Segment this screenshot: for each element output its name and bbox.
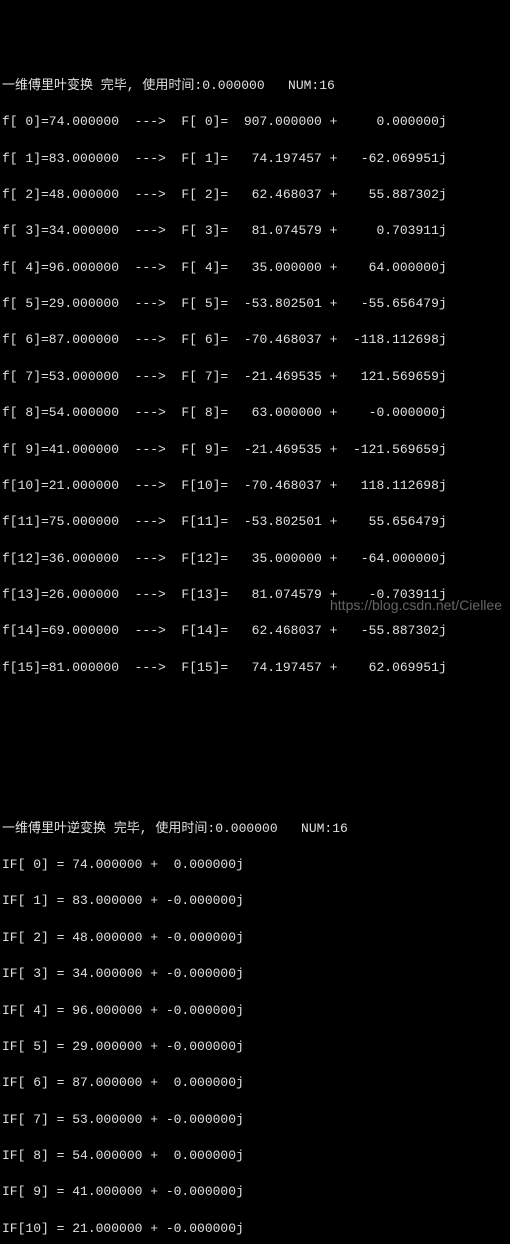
ifft-row: IF[ 0] = 74.000000 + 0.000000j <box>2 856 510 874</box>
fft-row: f[ 5]=29.000000 ---> F[ 5]= -53.802501 +… <box>2 295 510 313</box>
fft-row: f[ 7]=53.000000 ---> F[ 7]= -21.469535 +… <box>2 368 510 386</box>
fft-row: f[15]=81.000000 ---> F[15]= 74.197457 + … <box>2 659 510 677</box>
fft-row: f[ 3]=34.000000 ---> F[ 3]= 81.074579 + … <box>2 222 510 240</box>
ifft-row: IF[ 2] = 48.000000 + -0.000000j <box>2 929 510 947</box>
fft-row: f[ 1]=83.000000 ---> F[ 1]= 74.197457 + … <box>2 150 510 168</box>
watermark-text: https://blog.csdn.net/Ciellee <box>330 596 502 616</box>
ifft-row: IF[ 4] = 96.000000 + -0.000000j <box>2 1002 510 1020</box>
fft-row: f[12]=36.000000 ---> F[12]= 35.000000 + … <box>2 550 510 568</box>
fft-row: f[ 9]=41.000000 ---> F[ 9]= -21.469535 +… <box>2 441 510 459</box>
ifft-row: IF[ 8] = 54.000000 + 0.000000j <box>2 1147 510 1165</box>
section-gap <box>2 713 510 783</box>
fft-row: f[ 0]=74.000000 ---> F[ 0]= 907.000000 +… <box>2 113 510 131</box>
fft-row: f[10]=21.000000 ---> F[10]= -70.468037 +… <box>2 477 510 495</box>
ifft-row: IF[ 1] = 83.000000 + -0.000000j <box>2 892 510 910</box>
ifft-row: IF[ 7] = 53.000000 + -0.000000j <box>2 1111 510 1129</box>
fft-row: f[ 4]=96.000000 ---> F[ 4]= 35.000000 + … <box>2 259 510 277</box>
ifft-row: IF[ 6] = 87.000000 + 0.000000j <box>2 1074 510 1092</box>
ifft-row: IF[ 9] = 41.000000 + -0.000000j <box>2 1183 510 1201</box>
ifft-row: IF[ 5] = 29.000000 + -0.000000j <box>2 1038 510 1056</box>
fft-row: f[14]=69.000000 ---> F[14]= 62.468037 + … <box>2 622 510 640</box>
fft-row: f[11]=75.000000 ---> F[11]= -53.802501 +… <box>2 513 510 531</box>
fft-row: f[ 6]=87.000000 ---> F[ 6]= -70.468037 +… <box>2 331 510 349</box>
fft-header: 一维傅里叶变换 完毕, 使用时间:0.000000 NUM:16 <box>2 77 510 95</box>
fft-row: f[ 8]=54.000000 ---> F[ 8]= 63.000000 + … <box>2 404 510 422</box>
ifft-header: 一维傅里叶逆变换 完毕, 使用时间:0.000000 NUM:16 <box>2 820 510 838</box>
ifft-row: IF[10] = 21.000000 + -0.000000j <box>2 1220 510 1238</box>
ifft-row: IF[ 3] = 34.000000 + -0.000000j <box>2 965 510 983</box>
fft-row: f[ 2]=48.000000 ---> F[ 2]= 62.468037 + … <box>2 186 510 204</box>
